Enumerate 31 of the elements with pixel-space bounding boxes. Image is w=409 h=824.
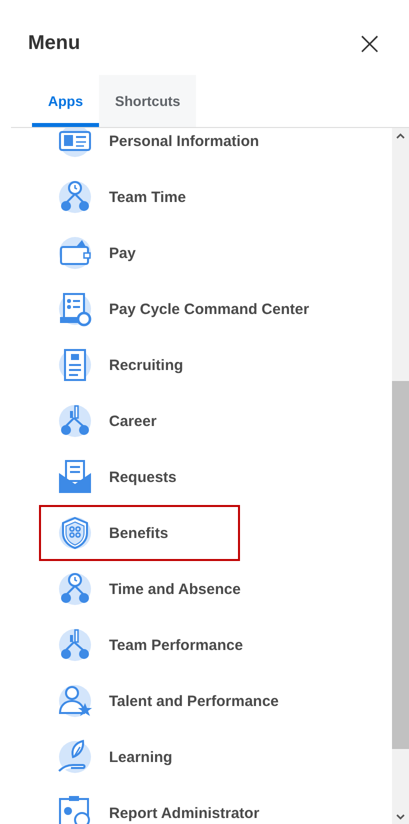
scrollbar-thumb[interactable] [392,381,409,749]
app-menu-item[interactable]: Recruiting [11,337,392,393]
menu-title: Menu [28,32,80,54]
app-menu-item[interactable]: Career [11,393,392,449]
personstar-icon [57,683,93,719]
app-menu-item[interactable]: Pay Cycle Command Center [11,281,392,337]
teamchart-icon [57,403,93,439]
teamchart-icon [57,627,93,663]
document-icon [57,347,93,383]
app-menu-item[interactable]: Time and Absence [11,561,392,617]
scrollbar[interactable] [392,128,409,824]
teamclock-icon [57,179,93,215]
envelope-icon [57,459,93,495]
checklist-icon [57,291,93,327]
tab[interactable]: Shortcuts [99,75,196,127]
app-menu-item[interactable]: Talent and Performance [11,673,392,729]
app-menu-item[interactable]: Learning [11,729,392,785]
close-button[interactable]: × [352,27,387,59]
app-menu-item[interactable]: Pay [11,225,392,281]
leaf-icon [57,739,93,775]
teamclock-icon [57,571,93,607]
app-menu-item[interactable]: Report Administrator [11,785,392,824]
idcard-icon [57,128,93,159]
app-menu-item[interactable]: Team Time [11,169,392,225]
shield-icon [57,515,93,551]
app-menu-item[interactable]: Team Performance [11,617,392,673]
app-menu-item[interactable]: Requests [11,449,392,505]
app-menu-item[interactable]: Personal Information [11,128,392,169]
report-icon [57,795,93,824]
wallet-icon [57,235,93,271]
app-menu-item[interactable]: Benefits [11,505,392,561]
